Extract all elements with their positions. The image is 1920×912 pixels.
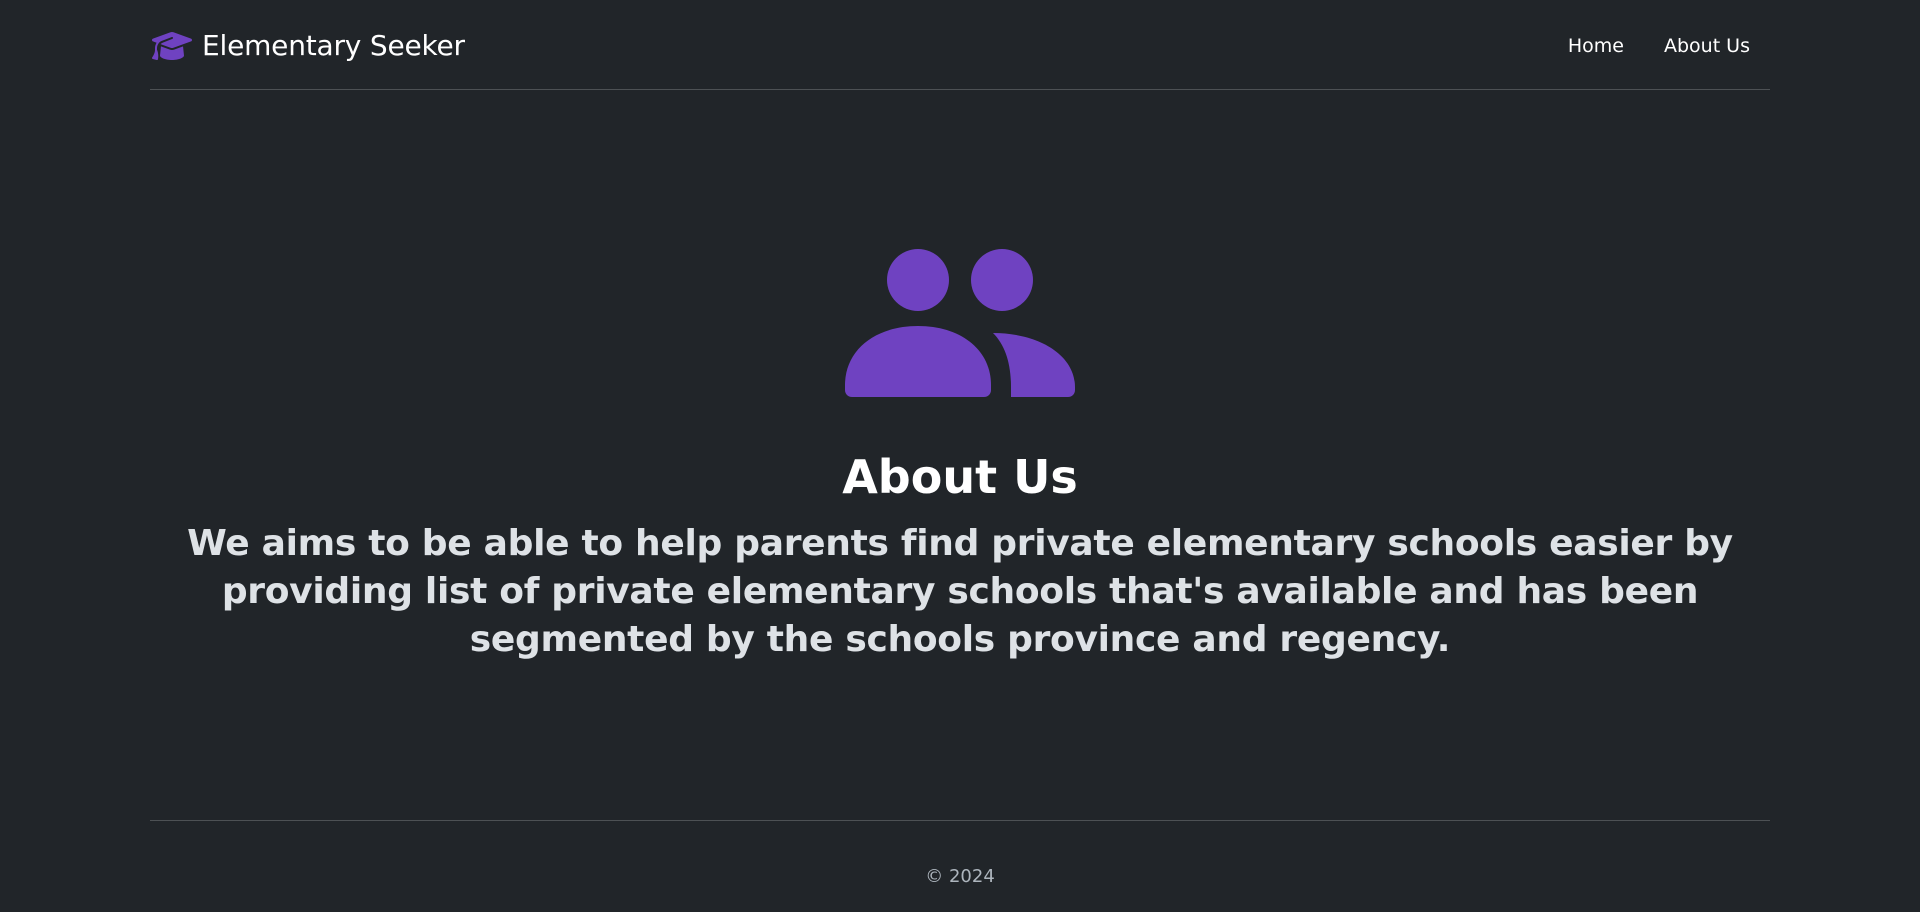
brand-link[interactable]: Elementary Seeker xyxy=(152,26,465,66)
site-footer: © 2024 xyxy=(150,820,1770,912)
about-description: We aims to be able to help parents find … xyxy=(187,523,1733,660)
people-icon xyxy=(845,247,1075,397)
page-container: Elementary Seeker Home About Us About Us… xyxy=(150,0,1770,912)
graduation-cap-icon xyxy=(152,29,192,63)
nav-link-home[interactable]: Home xyxy=(1548,30,1644,62)
page-title: About Us xyxy=(842,450,1078,504)
site-header: Elementary Seeker Home About Us xyxy=(150,0,1770,90)
main-nav: Home About Us xyxy=(1548,30,1756,62)
copyright-text: © 2024 xyxy=(925,866,995,887)
about-section: About Us We aims to be able to help pare… xyxy=(150,90,1770,820)
brand-name: Elementary Seeker xyxy=(202,29,465,62)
nav-link-about-us[interactable]: About Us xyxy=(1644,30,1756,62)
